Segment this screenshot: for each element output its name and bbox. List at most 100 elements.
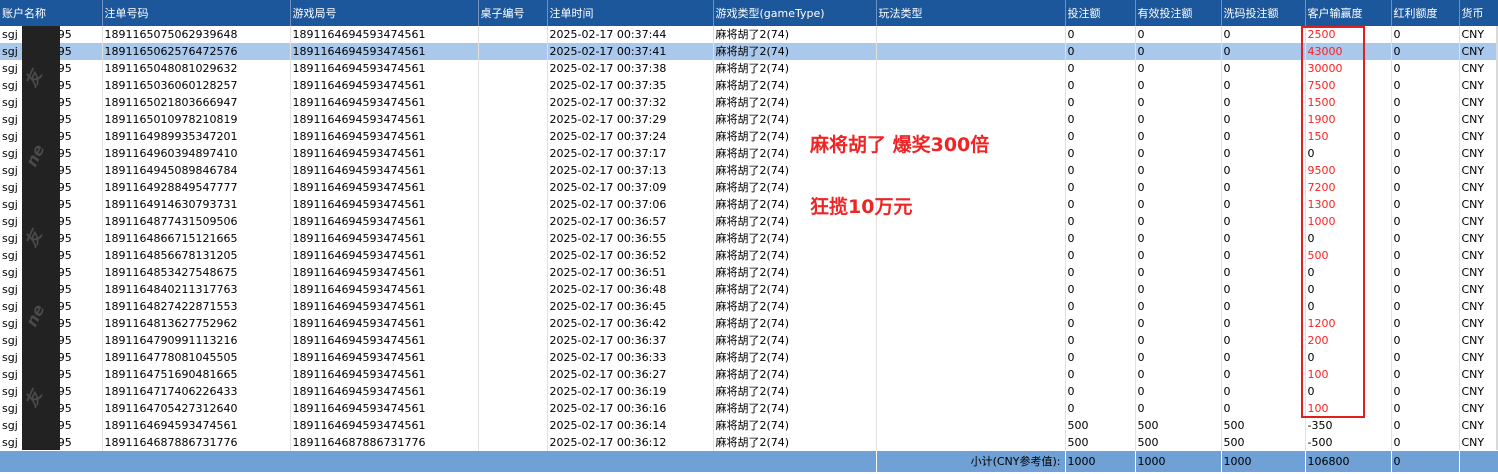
wash-bet-cell: 0 [1221,366,1306,383]
valid-bet-cell: 0 [1135,264,1222,281]
valid-bet-cell: 0 [1135,281,1222,298]
wash-bet-cell: 0 [1221,298,1306,315]
table-row[interactable]: sgj 95 1891164914630793731 1891164694593474… [0,196,1498,213]
col-header-bet-amount[interactable]: 投注额 [1065,0,1136,26]
round-no-cell: 1891164694593474561 [290,281,479,298]
wash-bet-cell: 0 [1221,315,1306,332]
account-prefix: sgj [2,214,18,228]
bet-no-cell: 1891164989935347201 [102,128,291,145]
currency-cell: CNY [1461,129,1485,143]
table-row[interactable]: sgj 95 1891165010978210819 1891164694593474… [0,111,1498,128]
col-header-valid-bet[interactable]: 有效投注额 [1135,0,1222,26]
bonus-cell: 0 [1391,179,1460,196]
col-header-bet-time[interactable]: 注单时间 [547,0,714,26]
play-type-cell [876,298,1066,315]
currency-cell: CNY [1461,112,1485,126]
currency-cell: CNY [1461,367,1485,381]
table-row[interactable]: sgj 95 1891165048081029632 1891164694593474… [0,60,1498,77]
table-row[interactable]: sgj 95 1891164989935347201 1891164694593474… [0,128,1498,145]
currency-cell: CNY [1461,231,1485,245]
table-row[interactable]: sgj 95 1891164705427312640 1891164694593474… [0,400,1498,417]
col-header-round-no[interactable]: 游戏局号 [290,0,479,26]
bet-no-cell: 1891164717406226433 [102,383,291,400]
table-row[interactable]: sgj 95 1891165075062939648 1891164694593474… [0,26,1498,43]
table-no-cell [478,349,548,366]
col-header-win-loss[interactable]: 客户输赢度 [1305,0,1392,26]
game-type-cell: 麻将胡了2(74) [713,366,877,383]
table-row[interactable]: sgj 95 1891164717406226433 1891164694593474… [0,383,1498,400]
bet-no-cell: 1891165062576472576 [102,43,291,60]
game-type-cell: 麻将胡了2(74) [713,162,877,179]
game-type-cell: 麻将胡了2(74) [713,400,877,417]
bet-time-cell: 2025-02-17 00:36:14 [547,417,714,434]
table-row[interactable]: sgj 95 1891164945089846784 1891164694593474… [0,162,1498,179]
bet-no-cell: 1891164853427548675 [102,264,291,281]
wash-bet-cell: 0 [1221,196,1306,213]
table-row[interactable]: sgj 95 1891164694593474561 1891164694593474… [0,417,1498,434]
account-prefix: sgj [2,231,18,245]
table-row[interactable]: sgj 95 1891164778081045505 1891164694593474… [0,349,1498,366]
bet-time-cell: 2025-02-17 00:37:35 [547,77,714,94]
table-row[interactable]: sgj 95 1891164856678131205 1891164694593474… [0,247,1498,264]
col-header-currency[interactable]: 货币 [1459,0,1498,26]
bet-time-cell: 2025-02-17 00:37:06 [547,196,714,213]
valid-bet-cell: 0 [1135,400,1222,417]
table-row[interactable]: sgj 95 1891164827422871553 1891164694593474… [0,298,1498,315]
play-type-cell [876,162,1066,179]
table-row[interactable]: sgj 95 1891164877431509506 1891164694593474… [0,213,1498,230]
bet-amount-cell: 0 [1065,332,1136,349]
col-header-game-type[interactable]: 游戏类型(gameType) [713,0,877,26]
account-prefix: sgj [2,282,18,296]
bet-time-cell: 2025-02-17 00:37:24 [547,128,714,145]
col-header-bet-no[interactable]: 注单号码 [102,0,291,26]
account-prefix: sgj [2,248,18,262]
table-row[interactable]: sgj 95 1891164960394897410 1891164694593474… [0,145,1498,162]
table-row[interactable]: sgj 95 1891164840211317763 1891164694593474… [0,281,1498,298]
game-type-cell: 麻将胡了2(74) [713,434,877,451]
watermark-glyph: ne [22,301,49,330]
col-header-wash-bet[interactable]: 洗码投注额 [1221,0,1306,26]
table-no-cell [478,145,548,162]
table-row[interactable]: sgj 95 1891164813627752962 1891164694593474… [0,315,1498,332]
round-no-cell: 1891164694593474561 [290,162,479,179]
bet-amount-cell: 0 [1065,196,1136,213]
table-no-cell [478,43,548,60]
account-prefix: sgj [2,44,18,58]
wash-bet-cell: 0 [1221,179,1306,196]
currency-cell: CNY [1461,27,1485,41]
round-no-cell: 1891164694593474561 [290,60,479,77]
table-row[interactable]: sgj 95 1891165036060128257 1891164694593474… [0,77,1498,94]
account-prefix: sgj [2,384,18,398]
table-row[interactable]: sgj 95 1891164928849547777 1891164694593474… [0,179,1498,196]
table-row[interactable]: sgj 95 1891164790991113216 1891164694593474… [0,332,1498,349]
bet-time-cell: 2025-02-17 00:37:32 [547,94,714,111]
play-type-cell [876,400,1066,417]
col-header-account[interactable]: 账户名称 [0,0,103,26]
table-row[interactable]: sgj 95 1891164687886731776 1891164687886731… [0,434,1498,451]
valid-bet-cell: 0 [1135,162,1222,179]
table-row[interactable]: sgj 95 1891165062576472576 1891164694593474… [0,43,1498,60]
game-type-cell: 麻将胡了2(74) [713,43,877,60]
col-header-table-no[interactable]: 桌子编号 [478,0,548,26]
wash-bet-cell: 0 [1221,60,1306,77]
play-type-cell [876,94,1066,111]
currency-cell: CNY [1461,61,1485,75]
account-prefix: sgj [2,146,18,160]
wash-bet-cell: 500 [1221,434,1306,451]
table-row[interactable]: sgj 95 1891164866715121665 1891164694593474… [0,230,1498,247]
round-no-cell: 1891164694593474561 [290,26,479,43]
subtotal-row: 小计(CNY参考值): 1000 1000 1000 106800 0 [0,451,1498,472]
table-row[interactable]: sgj 95 1891164751690481665 1891164694593474… [0,366,1498,383]
game-type-cell: 麻将胡了2(74) [713,26,877,43]
col-header-play-type[interactable]: 玩法类型 [876,0,1066,26]
table-row[interactable]: sgj 95 1891164853427548675 1891164694593474… [0,264,1498,281]
col-header-bonus[interactable]: 红利额度 [1391,0,1460,26]
round-no-cell: 1891164694593474561 [290,315,479,332]
account-prefix: sgj [2,78,18,92]
game-type-cell: 麻将胡了2(74) [713,247,877,264]
table-row[interactable]: sgj 95 1891165021803666947 1891164694593474… [0,94,1498,111]
round-no-cell: 1891164694593474561 [290,43,479,60]
bonus-cell: 0 [1391,264,1460,281]
table-no-cell [478,383,548,400]
bet-time-cell: 2025-02-17 00:36:16 [547,400,714,417]
